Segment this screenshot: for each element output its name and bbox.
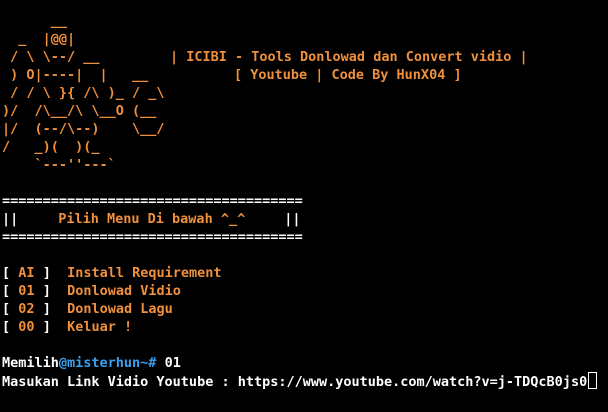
menu-item-bracket-close: ] <box>42 301 51 317</box>
menu-box-left-bar: || <box>2 211 19 227</box>
menu-item-label: Keluar ! <box>67 319 133 335</box>
ascii-art-line: `---''---` <box>2 157 116 173</box>
link-input-row[interactable]: Masukan Link Vidio Youtube : https://www… <box>2 372 598 390</box>
menu-item-bracket-open: [ <box>2 319 11 335</box>
prompt-host: @misterhun~# <box>58 355 157 371</box>
menu-item-bracket-open: [ <box>2 265 11 281</box>
ascii-art-line: ) O|----| | __ <box>2 67 149 83</box>
menu-choice-prompt: Memilih@misterhun~# 01 <box>2 354 181 372</box>
menu-item-key: AI <box>18 265 35 281</box>
ascii-art-line: )/ /\__/\ \__O (__ <box>2 103 157 119</box>
menu-item-label: Donlowad Vidio <box>67 283 181 299</box>
menu-item-download-video[interactable]: [ 01 ] Donlowad Vidio <box>2 282 181 300</box>
banner-row: / \ \--/ __ | ICIBI - Tools Donlowad dan … <box>2 48 528 66</box>
ascii-art-line: |/ (--/\--) \__/ <box>2 121 165 137</box>
app-title: | ICIBI - Tools Donlowad dan Convert vid… <box>170 49 528 65</box>
menu-item-key: 02 <box>18 301 35 317</box>
ascii-art-line: / / \ }{ /\ )_ / _\ <box>2 85 165 101</box>
prompt-input[interactable]: 01 <box>156 355 181 371</box>
menu-item-install-requirement[interactable]: [ AI ] Install Requirement <box>2 264 222 282</box>
menu-item-exit[interactable]: [ 00 ] Keluar ! <box>2 318 132 336</box>
app-subtitle: [ Youtube | Code By HunX04 ] <box>234 67 462 83</box>
menu-item-label: Donlowad Lagu <box>67 301 173 317</box>
menu-box-right-bar: || <box>284 211 301 227</box>
menu-item-bracket-close: ] <box>42 283 51 299</box>
menu-item-download-song[interactable]: [ 02 ] Donlowad Lagu <box>2 300 173 318</box>
ascii-art-line: / _)( )(_ <box>2 139 100 155</box>
menu-box-title: Pilih Menu Di bawah ^_^ <box>58 211 246 227</box>
menu-box-bottom-border: ===================================== <box>2 229 303 245</box>
ascii-art-line: _ |@@| <box>2 31 76 47</box>
menu-item-label: Install Requirement <box>67 265 222 281</box>
prompt-prefix: Memilih <box>2 355 59 371</box>
menu-box-top-border: ===================================== <box>2 193 303 209</box>
menu-item-bracket-open: [ <box>2 301 11 317</box>
link-input-label: Masukan Link Vidio Youtube : <box>2 374 238 390</box>
ascii-art-line: / \ \--/ __ <box>2 49 100 65</box>
menu-item-key: 01 <box>18 283 35 299</box>
menu-item-key: 00 <box>18 319 35 335</box>
menu-item-bracket-close: ] <box>42 319 51 335</box>
link-input-value[interactable]: https://www.youtube.com/watch?v=j-TDQcB0… <box>238 374 588 390</box>
ascii-art-line: __ <box>2 13 68 29</box>
text-cursor <box>588 372 598 389</box>
menu-box-title-row: || Pilih Menu Di bawah ^_^ || <box>2 210 301 228</box>
banner-row: ) O|----| | __ [ Youtube | Code By HunX04… <box>2 66 462 84</box>
menu-item-bracket-open: [ <box>2 283 11 299</box>
menu-item-bracket-close: ] <box>42 265 51 281</box>
